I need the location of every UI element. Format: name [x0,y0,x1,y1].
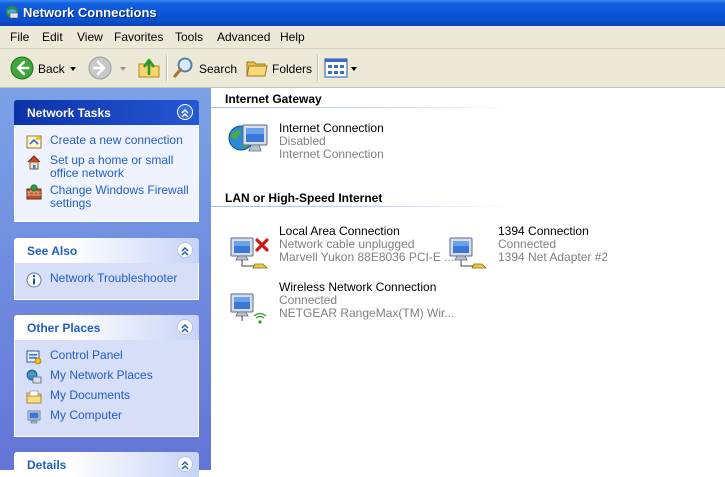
network-connections-icon [6,6,19,19]
task-label: Set up a home or small office network [50,153,174,180]
group-divider [211,206,511,207]
title-bar[interactable]: Network Connections [0,0,725,26]
new-connection-icon [26,135,42,149]
network-tasks-body: Create a new connection Set up a home or… [14,125,199,222]
network-tasks-panel: Network Tasks Create a new connection Se… [14,100,199,222]
task-label: Control Panel [50,348,123,362]
back-button[interactable]: Back [8,49,80,87]
see-also-title: See Also [27,244,78,258]
connection-name: 1394 Connection [498,224,589,238]
menu-bar: File Edit View Favorites Tools Advanced … [0,26,725,49]
forward-dropdown-icon[interactable] [120,67,126,71]
connection-status: Connected [498,237,557,251]
connection-device: Internet Connection [279,147,384,161]
connection-status: Network cable unplugged [279,237,415,251]
group-header-lan: LAN or High-Speed Internet [225,191,383,205]
connections-view: Internet Gateway Internet Connection Dis… [211,88,725,470]
menu-advanced[interactable]: Advanced [217,30,270,44]
network-tasks-header[interactable]: Network Tasks [14,100,199,125]
connection-status: Connected [279,293,338,307]
connection-device: Marvell Yukon 88E8036 PCI-E ... [279,250,455,264]
info-icon [26,272,42,288]
connection-status: Disabled [279,134,326,148]
see-also-panel: See Also Network Troubleshooter [14,238,199,300]
views-icon [324,58,348,78]
collapse-icon[interactable] [177,104,193,120]
back-arrow-icon [10,56,34,80]
collapse-icon[interactable] [177,319,193,335]
forward-button[interactable] [88,49,128,87]
other-places-title: Other Places [27,321,101,335]
connection-local-area[interactable]: Local Area Connection Network cable unpl… [227,224,454,270]
folders-icon [246,61,268,77]
menu-favorites[interactable]: Favorites [114,30,163,44]
window-title: Network Connections [23,5,157,20]
wireless-connection-icon [230,293,267,324]
connection-name: Internet Connection [279,121,384,135]
menu-tools[interactable]: Tools [175,30,203,44]
forward-arrow-icon [88,56,112,80]
connection-device: 1394 Net Adapter #2 [498,250,609,264]
menu-edit[interactable]: Edit [42,30,63,44]
folders-button[interactable]: Folders [244,49,312,87]
task-label: Create a new connection [50,133,183,147]
back-label: Back [38,62,65,76]
home-network-icon [27,155,41,170]
search-label: Search [199,62,238,76]
search-icon [173,57,193,78]
collapse-icon[interactable] [177,242,193,258]
task-label: Network Troubleshooter [50,271,178,285]
back-dropdown-icon[interactable] [70,67,76,71]
other-places-panel: Other Places Control Panel My Network Pl… [14,315,199,437]
up-folder-icon [138,58,160,78]
details-header[interactable]: Details [14,452,199,477]
connection-device: NETGEAR RangeMax(TM) Wir... [279,306,455,320]
control-panel-icon [26,350,42,365]
search-button[interactable]: Search [171,49,237,87]
task-label: Change Windows Firewall settings [50,183,189,210]
menu-view[interactable]: View [77,30,103,44]
connection-name: Wireless Network Connection [279,280,437,294]
task-label: My Computer [50,408,123,422]
up-folder-button[interactable] [136,49,162,87]
lan-connection-icon [449,237,487,269]
connection-1394[interactable]: 1394 Connection Connected 1394 Net Adapt… [446,224,646,270]
connection-name: Local Area Connection [279,224,400,238]
toolbar-separator [166,55,168,81]
task-label: My Network Places [50,368,153,382]
my-documents-icon [26,390,42,404]
menu-help[interactable]: Help [280,30,305,44]
folders-label: Folders [272,62,313,76]
task-label: My Documents [50,388,131,402]
lan-disconnected-icon [230,237,269,269]
views-button[interactable] [323,49,357,87]
group-divider [211,107,511,108]
toolbar: Back Search Folders [0,49,725,88]
toolbar-separator [317,55,319,81]
network-tasks-title: Network Tasks [27,106,111,120]
other-places-header[interactable]: Other Places [14,315,199,340]
see-also-header[interactable]: See Also [14,238,199,263]
firewall-icon [26,184,42,200]
task-pane: Network Tasks Create a new connection Se… [0,88,211,477]
internet-gateway-icon [228,124,268,152]
network-places-icon [26,369,42,384]
other-places-body: Control Panel My Network Places My Docum… [14,340,199,437]
my-computer-icon [27,410,41,424]
group-header-internet-gateway: Internet Gateway [225,92,322,106]
views-dropdown-icon[interactable] [351,67,357,71]
menu-file[interactable]: File [10,30,29,44]
details-panel: Details [14,452,199,477]
connection-internet[interactable]: Internet Connection Disabled Internet Co… [227,121,427,167]
connection-wireless[interactable]: Wireless Network Connection Connected NE… [227,280,454,326]
see-also-body: Network Troubleshooter [14,263,199,300]
